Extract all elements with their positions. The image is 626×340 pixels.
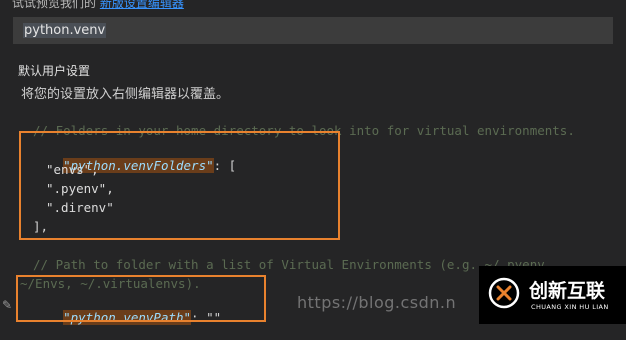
default-user-settings-title: 默认用户设置 [18,64,91,78]
csdn-watermark: https://blog.csdn.n [297,293,457,312]
settings-search-input[interactable]: python.venv [13,17,613,44]
brand-logo-badge: 创新互联 CHUANG XIN HU LIAN [479,266,626,324]
search-query-text: python.venv [23,23,107,38]
brand-x-icon [488,277,520,309]
edit-pencil-icon[interactable]: ✎ [2,298,12,312]
preview-settings-hint: 试试预览我们的 新版设置编辑器 [12,0,184,11]
highlight-box-venv-path [16,275,266,322]
brand-subtitle: CHUANG XIN HU LIAN [531,303,609,311]
settings-description: 将您的设置放入右侧编辑器以覆盖。 [21,87,230,102]
hint-prefix: 试试预览我们的 [12,0,97,10]
code-comment-path-1: // Path to folder with a list of Virtual… [33,257,553,272]
highlight-box-venv-folders [19,131,340,240]
new-settings-editor-link[interactable]: 新版设置编辑器 [100,0,184,10]
brand-name: 创新互联 [529,280,606,302]
